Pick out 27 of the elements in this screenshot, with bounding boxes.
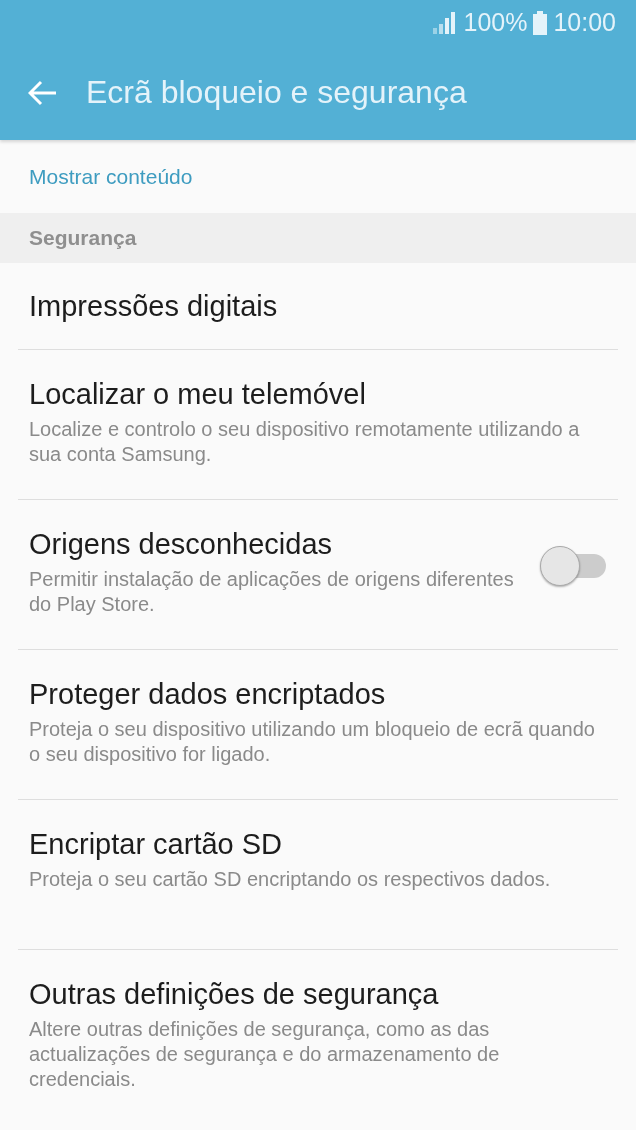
setting-title: Outras definições de segurança [29, 978, 440, 1011]
signal-icon [433, 11, 458, 34]
settings-item[interactable]: Encriptar cartão SD Proteja o seu cartão SD encriptando os respectivos dados. [18, 800, 618, 950]
battery-percent: 100% [463, 8, 528, 37]
setting-title: Origens desconhecidas [29, 528, 334, 561]
setting-value: Mostrar conteúdo [29, 165, 193, 189]
setting-title: Impressões digitais [29, 289, 279, 323]
settings-item[interactable]: Proteger dados encriptados Proteja o seu dispositivo utilizando um bloqueio de ecrã quando o seu dispositivo for ligado. [18, 650, 618, 800]
toggle-switch[interactable] [540, 546, 606, 586]
back-arrow-icon [28, 79, 58, 106]
settings-item[interactable]: Origens desconhecidas Permitir instalação de aplicações de origens diferentes do Play Store. [18, 500, 618, 650]
setting-description: Proteja o seu dispositivo utilizando um bloqueio de ecrã quando o seu dispositivo for ligado. [29, 717, 596, 767]
settings-item[interactable]: Impressões digitais [18, 263, 618, 350]
setting-description: Permitir instalação de aplicações de origens diferentes do Play Store. [29, 567, 515, 617]
settings-item[interactable]: Outras definições de segurança Altere outras definições de segurança, como as das actualizações de segurança e do armazenamento de credenciais. [18, 950, 618, 1100]
setting-title: Proteger dados encriptados [29, 678, 387, 711]
setting-description: Localize e controlo o seu dispositivo remotamente utilizando a sua conta Samsung. [29, 417, 581, 467]
setting-title: Localizar o meu telemóvel [29, 378, 367, 411]
setting-description: Altere outras definições de segurança, como as das actualizações de segurança e do armazenamento de credenciais. [29, 1017, 501, 1092]
section-header: Segurança [0, 213, 636, 263]
screen-title: Ecrã bloqueio e segurança [86, 74, 467, 111]
back-button[interactable] [28, 79, 58, 106]
setting-description: Proteja o seu cartão SD encriptando os respectivos dados. [29, 867, 552, 892]
settings-item[interactable]: Localizar o meu telemóvel Localize e controlo o seu dispositivo remotamente utilizando a sua conta Samsung. [18, 350, 618, 500]
battery-icon [533, 10, 548, 35]
clock: 10:00 [553, 8, 616, 37]
setting-title: Encriptar cartão SD [29, 828, 284, 861]
